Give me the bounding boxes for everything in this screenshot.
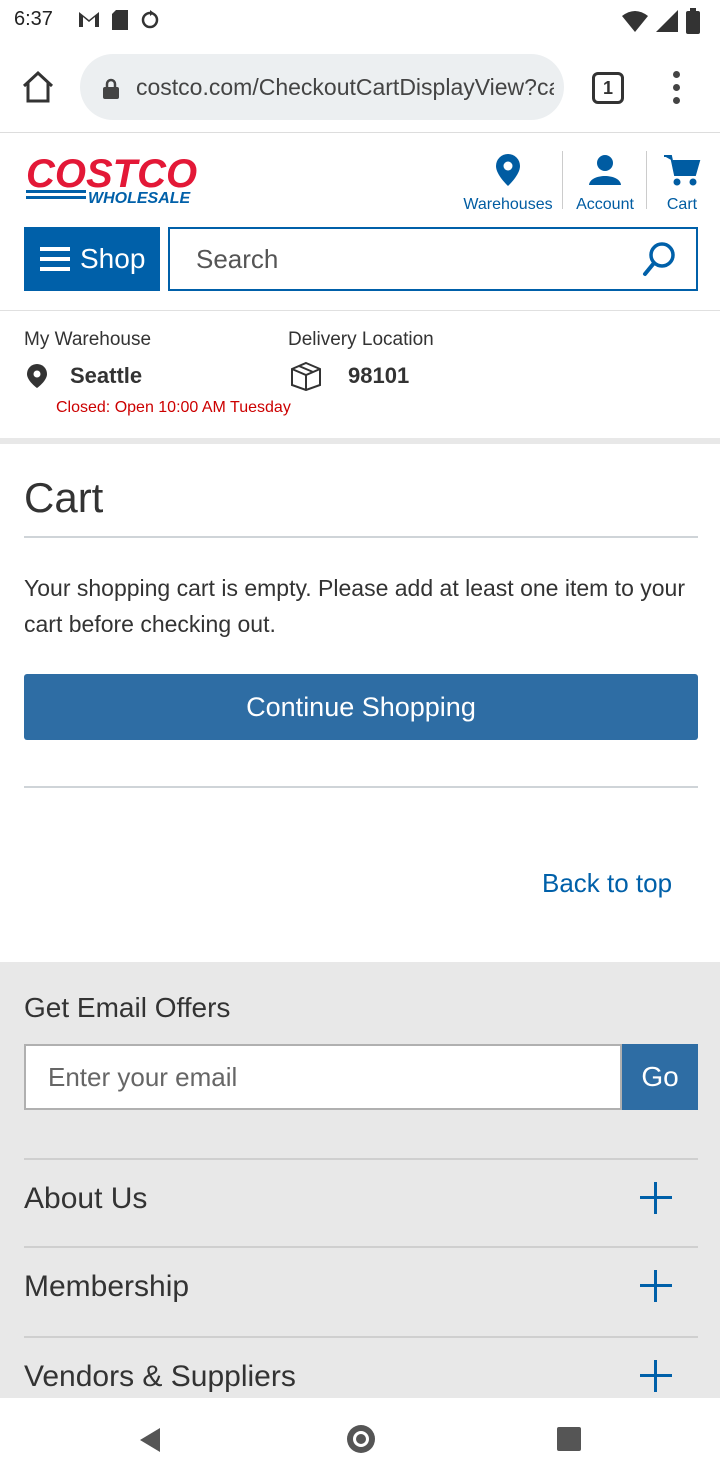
sync-icon — [141, 10, 159, 29]
address-bar[interactable]: costco.com/CheckoutCartDisplayView?catal — [80, 54, 564, 120]
shop-label: Shop — [80, 243, 146, 274]
divider — [24, 536, 698, 538]
account-icon — [589, 155, 621, 185]
home-icon[interactable] — [20, 70, 56, 104]
browser-toolbar: costco.com/CheckoutCartDisplayView?catal… — [0, 44, 720, 132]
footer-section-label: Vendors & Suppliers — [24, 1360, 296, 1393]
continue-shopping-button[interactable]: Continue Shopping — [24, 674, 698, 740]
delivery-zip-link[interactable]: 98101 — [348, 363, 409, 389]
plus-icon[interactable] — [640, 1360, 672, 1392]
notification-icons — [78, 10, 160, 30]
warehouse-hours: Closed: Open 10:00 AM Tuesday — [56, 399, 291, 416]
footer-section-label: Membership — [24, 1270, 190, 1303]
sd-card-icon — [112, 10, 128, 30]
status-time: 6:37 — [14, 8, 53, 30]
costco-logo[interactable]: COSTCO WHOLESALE — [26, 153, 218, 207]
site-header: COSTCO WHOLESALE Warehouses Account Cart… — [0, 132, 720, 310]
site-footer: Get Email Offers Go About Us Membership … — [0, 962, 720, 1398]
tab-switcher-button[interactable]: 1 — [592, 72, 624, 104]
plus-icon[interactable] — [640, 1270, 672, 1302]
email-field[interactable] — [26, 1046, 620, 1108]
divider — [562, 151, 563, 209]
overflow-menu-icon[interactable] — [664, 68, 688, 108]
footer-section-about[interactable]: About Us — [24, 1158, 698, 1246]
back-icon[interactable] — [136, 1426, 164, 1454]
warehouse-name-link[interactable]: Seattle — [70, 363, 142, 389]
search-input[interactable] — [170, 229, 620, 289]
email-field-wrapper — [24, 1044, 622, 1110]
go-button[interactable]: Go — [622, 1044, 698, 1110]
delivery-heading: Delivery Location — [288, 329, 434, 350]
lock-icon — [103, 78, 119, 99]
search-bar — [168, 227, 698, 291]
plus-icon[interactable] — [640, 1182, 672, 1214]
empty-cart-message: Your shopping cart is empty. Please add … — [24, 575, 685, 637]
cart-icon — [664, 155, 701, 186]
location-pin-icon — [27, 364, 47, 388]
divider — [24, 786, 698, 788]
location-bar: My Warehouse Seattle Closed: Open 10:00 … — [0, 310, 720, 444]
account-link[interactable]: Account — [570, 153, 640, 214]
system-icons — [622, 8, 700, 34]
account-label: Account — [576, 196, 634, 213]
status-bar: 6:37 — [0, 0, 720, 44]
page-title: Cart — [24, 474, 104, 521]
shop-menu-button[interactable]: Shop — [24, 227, 160, 291]
svg-text:WHOLESALE: WHOLESALE — [88, 190, 192, 207]
warehouses-label: Warehouses — [463, 196, 553, 213]
email-offers-heading: Get Email Offers — [24, 992, 231, 1023]
wifi-icon — [622, 11, 648, 32]
footer-section-label: About Us — [24, 1182, 148, 1215]
footer-section-membership[interactable]: Membership — [24, 1246, 698, 1334]
hamburger-icon — [40, 247, 70, 277]
location-pin-icon — [496, 154, 520, 186]
system-nav-bar — [0, 1398, 720, 1480]
signal-icon — [656, 10, 678, 32]
gmail-icon — [79, 12, 99, 27]
cart-label: Cart — [666, 196, 698, 213]
battery-icon — [686, 8, 700, 34]
warehouse-heading: My Warehouse — [24, 329, 152, 350]
home-nav-icon[interactable] — [344, 1422, 378, 1456]
cart-link[interactable]: Cart — [654, 153, 710, 214]
divider — [646, 151, 647, 209]
recents-icon[interactable] — [556, 1426, 582, 1452]
warehouses-link[interactable]: Warehouses — [462, 153, 554, 214]
package-icon — [291, 361, 321, 391]
back-to-top-link[interactable]: Back to top — [542, 868, 672, 899]
search-icon[interactable] — [642, 241, 678, 277]
url-text: costco.com/CheckoutCartDisplayView?catal — [136, 74, 554, 100]
